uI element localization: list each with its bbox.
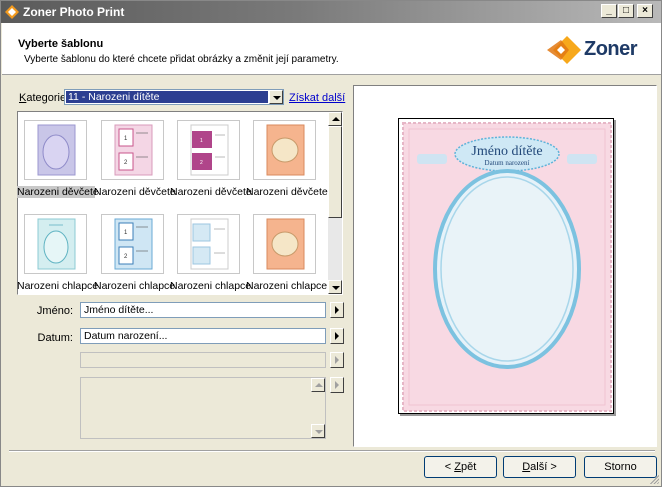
extra-insert-button-disabled xyxy=(330,352,344,368)
preview-name-text: Jméno dítěte xyxy=(471,144,542,159)
name-label: Jméno: xyxy=(36,305,73,317)
template-thumbnail[interactable] xyxy=(177,214,240,274)
preview-page: Jméno dítěte Datum narození xyxy=(398,118,614,414)
scroll-up-button[interactable] xyxy=(328,112,342,126)
template-label[interactable]: Narozeni děvčete xyxy=(170,186,252,198)
scroll-thumb[interactable] xyxy=(328,126,342,218)
preview-artwork: Jméno dítěte Datum narození xyxy=(402,122,612,412)
template-preview-image xyxy=(37,218,76,270)
window-title: Zoner Photo Print xyxy=(23,5,125,19)
template-preview-image: 12 xyxy=(114,124,153,176)
name-input[interactable]: Jméno dítěte... xyxy=(80,302,326,318)
date-insert-button[interactable] xyxy=(330,328,344,344)
zoner-logo: Zoner xyxy=(547,36,647,64)
name-insert-button[interactable] xyxy=(330,302,344,318)
text-insert-button-disabled xyxy=(330,377,344,393)
cancel-button[interactable]: Storno xyxy=(584,456,657,478)
template-thumbnail[interactable]: 12 xyxy=(101,120,164,180)
back-button[interactable]: < Zpět xyxy=(424,456,497,478)
get-more-link[interactable]: Získat další xyxy=(289,92,345,104)
template-preview: Jméno dítěte Datum narození xyxy=(353,85,657,447)
template-label[interactable]: Narozeni děvčete xyxy=(246,186,328,198)
template-thumbnail[interactable] xyxy=(253,120,316,180)
svg-text:1: 1 xyxy=(200,138,203,144)
template-label[interactable]: Narozeni chlapce xyxy=(246,280,327,292)
template-label[interactable]: Narozeni chlapce xyxy=(94,280,175,292)
zoner-logo-icon xyxy=(547,36,581,64)
template-scrollbar[interactable] xyxy=(328,112,342,294)
minimize-button[interactable]: _ xyxy=(601,4,617,18)
date-input[interactable]: Datum narození... xyxy=(80,328,326,344)
template-preview-image: 12 xyxy=(190,124,229,176)
textarea-scrollbar xyxy=(311,378,325,438)
logo-text: Zoner xyxy=(584,38,638,60)
extra-input-disabled xyxy=(80,352,326,368)
close-button[interactable]: × xyxy=(637,4,653,18)
footer-separator xyxy=(9,450,655,452)
date-label: Datum: xyxy=(37,332,73,344)
template-thumbnail[interactable] xyxy=(253,214,316,274)
page-title: Vyberte šablonu xyxy=(18,38,104,50)
template-label[interactable]: Narozeni děvčete xyxy=(17,186,99,198)
textarea-scroll-down xyxy=(311,424,325,438)
template-thumbnail[interactable]: 12 xyxy=(101,214,164,274)
category-selected-value: 11 - Narozeni dítěte xyxy=(66,91,268,103)
wizard-header: Vyberte šablonu Vyberte šablonu do které… xyxy=(2,23,661,75)
category-label: Kategorie: xyxy=(19,92,70,104)
resize-grip[interactable] xyxy=(649,474,659,484)
scroll-down-button[interactable] xyxy=(328,280,342,294)
template-preview-image xyxy=(266,124,305,176)
photo-print-window: Zoner Photo Print _ □ × Vyberte šablonu … xyxy=(0,0,662,487)
text-area-disabled xyxy=(80,377,326,439)
template-label[interactable]: Narozeni chlapce xyxy=(17,280,98,292)
chevron-down-icon[interactable] xyxy=(269,90,283,104)
title-bar[interactable]: Zoner Photo Print _ □ × xyxy=(1,1,661,23)
svg-text:2: 2 xyxy=(200,160,203,166)
next-button[interactable]: Další > xyxy=(503,456,576,478)
template-preview-image xyxy=(37,124,76,176)
template-grid: Narozeni děvčete 1 2 Narozeni děvčete 1 2 Naro… xyxy=(17,111,343,295)
textarea-scroll-up xyxy=(311,378,325,392)
template-label[interactable]: Narozeni děvčete xyxy=(94,186,176,198)
category-select[interactable]: 11 - Narozeni dítěte xyxy=(64,89,284,105)
page-subtitle: Vyberte šablonu do které chcete přidat o… xyxy=(24,54,339,65)
maximize-button[interactable]: □ xyxy=(618,4,634,18)
preview-date-text: Datum narození xyxy=(485,159,530,167)
app-icon xyxy=(5,5,19,19)
template-thumbnail[interactable] xyxy=(24,120,87,180)
template-label[interactable]: Narozeni chlapce xyxy=(170,280,251,292)
template-preview-image: 12 xyxy=(114,218,153,270)
template-preview-image xyxy=(266,218,305,270)
template-thumbnail[interactable]: 12 xyxy=(177,120,240,180)
template-thumbnail[interactable] xyxy=(24,214,87,274)
template-preview-image xyxy=(190,218,229,270)
